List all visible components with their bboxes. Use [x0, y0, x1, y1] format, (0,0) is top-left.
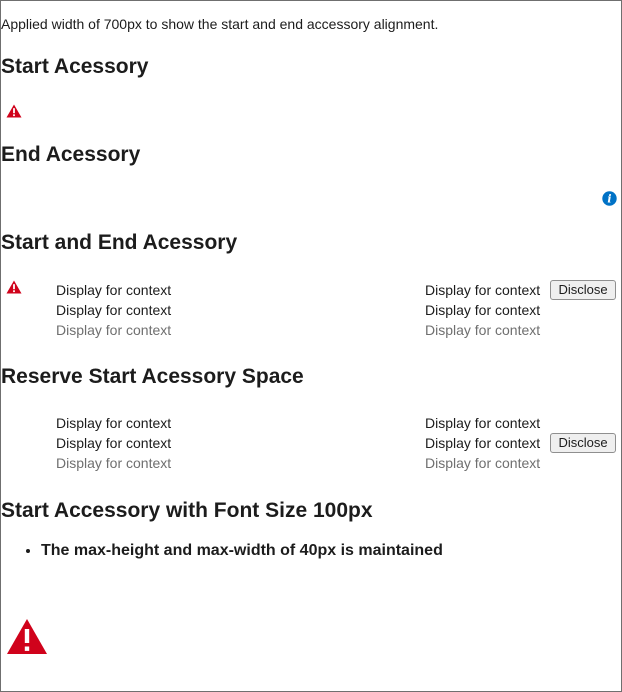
list-item: Display for context Display for context	[1, 453, 621, 473]
primary-text: Display for context	[56, 415, 172, 431]
list-item: Display for context Display for context	[1, 300, 621, 320]
section-title-reserve-start-accessory: Reserve Start Acessory Space	[1, 365, 304, 388]
warning-triangle-icon	[6, 104, 22, 118]
warning-triangle-icon	[7, 619, 47, 654]
notes-list: The max-height and max-width of 40px is …	[1, 542, 443, 560]
list-item: Display for context Display for context	[1, 320, 621, 340]
primary-text: Display for context	[56, 282, 172, 298]
intro-text: Applied width of 700px to show the start…	[1, 16, 439, 32]
secondary-text: Display for context	[425, 415, 541, 431]
secondary-text: Display for context	[425, 302, 541, 318]
secondary-text: Display for context	[425, 435, 541, 451]
primary-text: Display for context	[56, 302, 172, 318]
section-title-start-accessory: Start Acessory	[1, 55, 149, 78]
disclose-button[interactable]: Disclose	[550, 433, 616, 453]
secondary-text: Display for context	[425, 322, 541, 338]
note-item: The max-height and max-width of 40px is …	[41, 542, 443, 560]
primary-text: Display for context	[56, 435, 172, 451]
page: Applied width of 700px to show the start…	[1, 1, 621, 691]
svg-text:i: i	[607, 193, 611, 206]
disclose-button[interactable]: Disclose	[550, 280, 616, 300]
secondary-text: Display for context	[425, 455, 541, 471]
primary-text: Display for context	[56, 322, 172, 338]
section-title-start-end-accessory: Start and End Acessory	[1, 231, 238, 254]
secondary-text: Display for context	[425, 282, 541, 298]
section-title-end-accessory: End Acessory	[1, 143, 141, 166]
list-item: Display for context Display for context	[1, 280, 621, 300]
list-item: Display for context Display for context	[1, 433, 621, 453]
info-circle-icon: i	[602, 191, 617, 206]
list-item: Display for context Display for context	[1, 413, 621, 433]
primary-text: Display for context	[56, 455, 172, 471]
section-title-font-size-accessory: Start Accessory with Font Size 100px	[1, 499, 373, 522]
